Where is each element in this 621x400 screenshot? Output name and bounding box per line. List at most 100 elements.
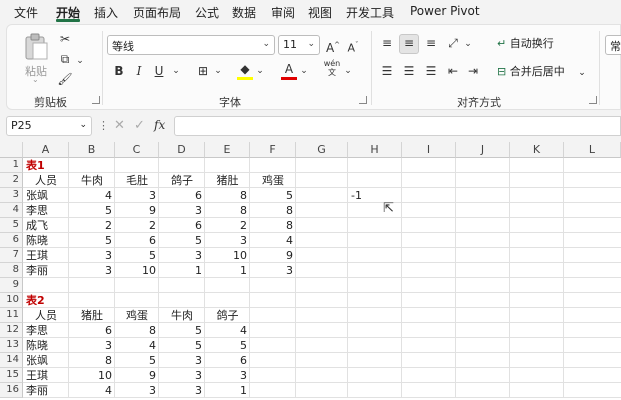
column-header-a[interactable]: A: [23, 142, 69, 158]
format-painter-icon[interactable]: 🖌: [57, 71, 73, 87]
bold-button[interactable]: B: [111, 63, 127, 79]
column-header-h[interactable]: H: [348, 142, 402, 158]
table1-cell[interactable]: 李丽: [23, 263, 69, 278]
table2-cell[interactable]: 3: [159, 368, 205, 383]
table1-cell[interactable]: 3: [159, 248, 205, 263]
column-header-e[interactable]: E: [205, 142, 250, 158]
table2-cell[interactable]: 9: [115, 368, 159, 383]
table1-cell[interactable]: 10: [205, 248, 250, 263]
chevron-down-icon[interactable]: ⌄: [171, 63, 181, 79]
font-launcher-icon[interactable]: [359, 96, 367, 104]
insert-function-button[interactable]: fx: [154, 118, 165, 132]
tab-developer[interactable]: 开发工具: [346, 4, 394, 21]
enter-icon[interactable]: ✓: [134, 118, 145, 133]
clipboard-launcher-icon[interactable]: [92, 96, 100, 104]
table2-cell[interactable]: 4: [115, 338, 159, 353]
font-name-select[interactable]: 等线 ⌄: [107, 35, 275, 55]
row-header[interactable]: 12: [0, 323, 23, 338]
table1-cell[interactable]: 8: [250, 218, 296, 233]
tab-view[interactable]: 视图: [308, 4, 332, 21]
table2-cell[interactable]: 10: [69, 368, 115, 383]
table1-cell[interactable]: 5: [115, 248, 159, 263]
table1-cell[interactable]: 成飞: [23, 218, 69, 233]
align-top-icon[interactable]: ≡: [379, 35, 395, 51]
table2-cell[interactable]: 6: [69, 323, 115, 338]
chevron-down-icon[interactable]: ⌄: [255, 63, 265, 79]
paste-button[interactable]: 粘贴 ⌄: [19, 31, 53, 84]
wrap-text-button[interactable]: ↵ 自动换行: [497, 35, 554, 51]
table1-cell[interactable]: 8: [205, 203, 250, 218]
table1-cell[interactable]: 9: [115, 203, 159, 218]
chevron-down-icon[interactable]: ⌄: [299, 63, 309, 79]
table2-cell[interactable]: 8: [115, 323, 159, 338]
border-icon[interactable]: ⊞: [195, 63, 211, 79]
column-header-g[interactable]: G: [296, 142, 348, 158]
table1-cell[interactable]: 6: [115, 233, 159, 248]
table2-cell[interactable]: 8: [69, 353, 115, 368]
tab-formulas[interactable]: 公式: [195, 4, 219, 21]
increase-font-icon[interactable]: A^: [325, 37, 341, 56]
merge-center-button[interactable]: ⊟ 合并后居中 ⌄: [497, 63, 586, 79]
table1-cell[interactable]: 5: [250, 188, 296, 203]
table2-cell[interactable]: 王琪: [23, 368, 69, 383]
table1-cell[interactable]: 8: [250, 203, 296, 218]
row-header[interactable]: 14: [0, 353, 23, 368]
row-header[interactable]: 5: [0, 218, 23, 233]
chevron-down-icon[interactable]: ⌄: [75, 53, 85, 69]
table2-cell[interactable]: 5: [159, 338, 205, 353]
table2-header[interactable]: 人员: [23, 308, 69, 323]
table2-header[interactable]: 鸡蛋: [115, 308, 159, 323]
alignment-launcher-icon[interactable]: [589, 96, 597, 104]
tab-insert[interactable]: 插入: [94, 4, 118, 21]
tab-power-pivot[interactable]: Power Pivot: [410, 4, 480, 18]
decrease-font-icon[interactable]: Aˇ: [345, 37, 361, 57]
table2-cell[interactable]: 5: [205, 338, 250, 353]
table1-cell[interactable]: 6: [159, 188, 205, 203]
table2-cell[interactable]: 3: [205, 368, 250, 383]
table1-header[interactable]: 鸡蛋: [250, 173, 296, 188]
table1-cell[interactable]: 3: [115, 188, 159, 203]
table2-cell[interactable]: 3: [115, 383, 159, 398]
table2-cell[interactable]: 6: [205, 353, 250, 368]
name-box[interactable]: P25 ⌄: [6, 116, 92, 136]
tab-page-layout[interactable]: 页面布局: [133, 4, 181, 21]
column-header-i[interactable]: I: [402, 142, 456, 158]
table1-cell[interactable]: 6: [159, 218, 205, 233]
table2-cell[interactable]: 4: [205, 323, 250, 338]
align-bottom-icon[interactable]: ≡: [423, 35, 439, 51]
table2-cell[interactable]: 张飒: [23, 353, 69, 368]
table1-cell[interactable]: 李思: [23, 203, 69, 218]
chevron-down-icon[interactable]: ⌄: [213, 63, 223, 79]
phonetic-icon[interactable]: wén 文: [323, 59, 341, 77]
row-header[interactable]: 9: [0, 278, 23, 293]
orientation-icon[interactable]: ⤢: [445, 35, 461, 51]
table1-cell[interactable]: 5: [69, 203, 115, 218]
column-header-j[interactable]: J: [456, 142, 510, 158]
tab-review[interactable]: 审阅: [271, 4, 295, 21]
left-align-icon[interactable]: ☰: [379, 63, 395, 79]
italic-button[interactable]: I: [131, 63, 147, 79]
number-format-select[interactable]: 常规: [605, 35, 621, 55]
row-header[interactable]: 4: [0, 203, 23, 218]
tab-data[interactable]: 数据: [232, 4, 256, 21]
table1-cell[interactable]: 3: [69, 263, 115, 278]
row-header[interactable]: 3: [0, 188, 23, 203]
table1-header[interactable]: 牛肉: [69, 173, 115, 188]
table2-cell[interactable]: 李丽: [23, 383, 69, 398]
row-header[interactable]: 6: [0, 233, 23, 248]
align-middle-icon[interactable]: ≡: [399, 34, 419, 54]
table2-cell[interactable]: 4: [69, 383, 115, 398]
row-header[interactable]: 16: [0, 383, 23, 398]
column-header-f[interactable]: F: [250, 142, 296, 158]
table1-cell[interactable]: 4: [250, 233, 296, 248]
row-header[interactable]: 2: [0, 173, 23, 188]
table2-header[interactable]: 牛肉: [159, 308, 205, 323]
table2-cell[interactable]: 陈晓: [23, 338, 69, 353]
table2-cell[interactable]: 5: [159, 323, 205, 338]
increase-indent-icon[interactable]: ⇥: [465, 63, 481, 79]
table1-header[interactable]: 人员: [23, 173, 69, 188]
font-size-select[interactable]: 11 ⌄: [278, 35, 320, 55]
table1-cell[interactable]: 3: [205, 233, 250, 248]
chevron-down-icon[interactable]: ⌄: [463, 36, 473, 52]
table1-cell[interactable]: 10: [115, 263, 159, 278]
